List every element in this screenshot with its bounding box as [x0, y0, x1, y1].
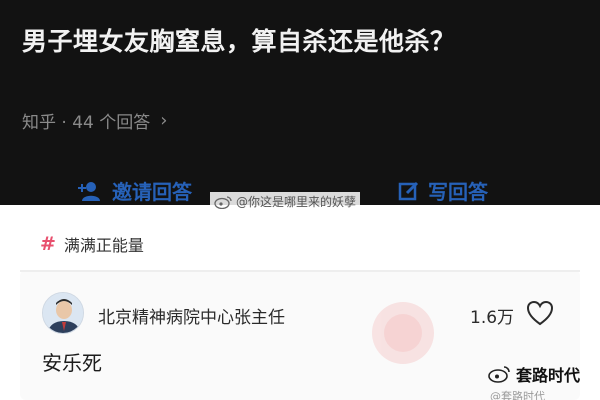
pencil-icon [398, 181, 419, 200]
answer-content[interactable]: 安乐死 [42, 347, 102, 376]
invite-answer-label: 邀请回答 [112, 180, 192, 204]
divider [20, 270, 580, 272]
vote-count: 1.6万 [470, 308, 515, 328]
add-user-icon [78, 181, 100, 201]
weibo-watermark: @你这是哪里来的妖孽 [210, 192, 361, 211]
write-answer-button[interactable]: 写回答 [398, 176, 488, 205]
watermark-brand: 套路时代 [516, 366, 581, 385]
corner-watermark: 套路时代 @套路时代 [488, 362, 580, 400]
heart-icon[interactable] [526, 300, 554, 326]
question-meta[interactable]: 知乎 · 44 个回答 › [22, 108, 167, 133]
question-title[interactable]: 男子埋女友胸窒息，算自杀还是他杀？ [22, 22, 592, 58]
write-answer-label: 写回答 [428, 180, 488, 204]
weibo-icon [488, 366, 510, 383]
question-panel: 男子埋女友胸窒息，算自杀还是他杀？ 知乎 · 44 个回答 › 邀请回答 写回答 [0, 0, 600, 205]
answer-count-label: 知乎 · 44 个回答 [22, 113, 151, 133]
avatar-photo [43, 293, 83, 333]
blurred-stamp [372, 302, 434, 364]
hash-icon: # [40, 233, 56, 255]
avatar[interactable] [42, 292, 84, 334]
watermark-handle: @套路时代 [490, 390, 545, 400]
author-name[interactable]: 北京精神病院中心张主任 [98, 303, 285, 328]
weibo-icon [214, 195, 232, 209]
chevron-right-icon: › [160, 110, 168, 131]
invite-answer-button[interactable]: 邀请回答 [78, 176, 192, 205]
topic-tag[interactable]: # 满满正能量 [40, 232, 144, 256]
watermark-username: @你这是哪里来的妖孽 [236, 195, 357, 209]
topic-label: 满满正能量 [63, 236, 144, 255]
